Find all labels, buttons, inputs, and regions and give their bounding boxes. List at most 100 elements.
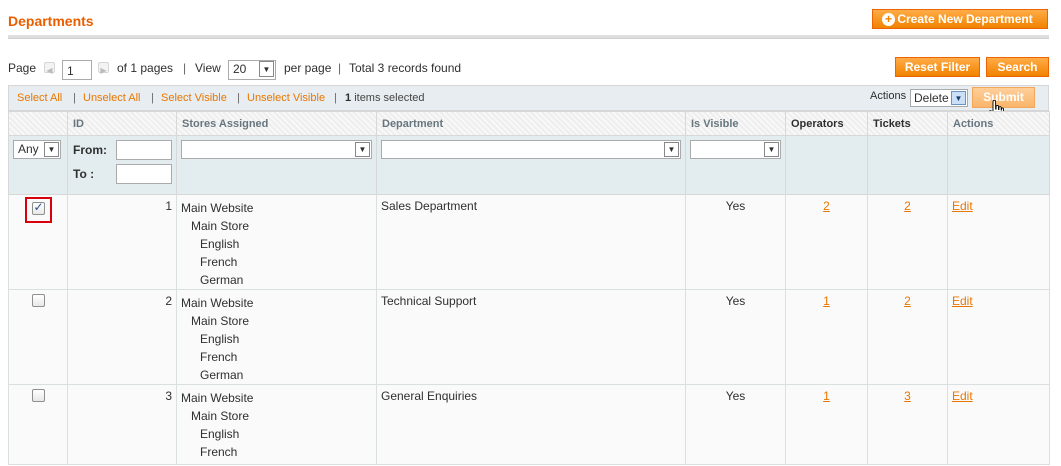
per-page-value: 20 [233, 62, 247, 76]
table-row: 3 Main Website Main Store English French… [8, 384, 1050, 465]
store-view: French [200, 255, 238, 269]
store-website: Main Website [181, 296, 254, 310]
cell-visible: Yes [685, 194, 786, 290]
separator: | [183, 61, 187, 75]
cell-visible: Yes [685, 289, 786, 385]
massaction-filter-value: Any [18, 142, 39, 156]
page-title: Departments [8, 13, 94, 29]
massaction-bar: Select All | Unselect All | Select Visib… [8, 85, 1049, 111]
column-header-id[interactable]: ID [67, 111, 177, 136]
tickets-link[interactable]: 2 [904, 294, 911, 308]
edit-link[interactable]: Edit [952, 199, 973, 213]
departments-table: ID Stores Assigned Department Is Visible… [8, 111, 1050, 465]
per-page-label: per page [284, 61, 332, 75]
store-website: Main Website [181, 391, 254, 405]
select-all-link[interactable]: Select All [17, 92, 62, 104]
store-group: Main Store [191, 409, 250, 423]
edit-link[interactable]: Edit [952, 389, 973, 403]
tickets-link[interactable]: 2 [904, 199, 911, 213]
store-view: English [200, 332, 240, 346]
per-page-select[interactable]: 20 ▼ [228, 60, 276, 80]
to-label: To : [73, 167, 95, 181]
operators-link[interactable]: 1 [823, 294, 830, 308]
reset-filter-button[interactable]: Reset Filter [895, 57, 980, 77]
row-checkbox[interactable] [31, 200, 45, 215]
column-header-is-visible[interactable]: Is Visible [685, 111, 786, 136]
store-group: Main Store [191, 219, 250, 233]
operators-link[interactable]: 1 [823, 389, 830, 403]
cell-stores: Main Website Main Store English French [176, 384, 377, 465]
unselect-all-link[interactable]: Unselect All [83, 92, 140, 104]
column-header-actions: Actions [947, 111, 1050, 136]
selected-count: 1 [345, 92, 352, 104]
view-label: View [195, 61, 221, 75]
table-row: 2 Main Website Main Store English French… [8, 289, 1050, 385]
store-view: French [200, 350, 238, 364]
plus-icon: + [882, 13, 895, 26]
total-records: Total 3 records found [349, 61, 462, 75]
next-page-icon[interactable]: ▶ [98, 62, 109, 75]
row-checkbox[interactable] [31, 389, 45, 402]
prev-page-icon[interactable]: ◀ [44, 62, 55, 75]
store-website: Main Website [181, 201, 254, 215]
store-group: Main Store [191, 314, 250, 328]
page-input[interactable]: 1 [62, 60, 92, 80]
store-view: German [200, 368, 244, 382]
title-divider [8, 35, 1049, 39]
table-row: 1 Main Website Main Store English French… [8, 194, 1050, 290]
cell-stores: Main Website Main Store English French G… [176, 194, 377, 290]
id-range-filter: From: To : [72, 140, 172, 190]
chevron-down-icon: ▼ [355, 142, 370, 157]
column-header-select [8, 111, 68, 136]
separator: | [334, 92, 337, 104]
items-selected-count: 1 items selected [345, 92, 425, 104]
department-filter-select[interactable]: ▼ [381, 140, 681, 159]
operators-link[interactable]: 2 [823, 199, 830, 213]
unselect-visible-link[interactable]: Unselect Visible [247, 92, 325, 104]
column-header-department[interactable]: Department [376, 111, 686, 136]
cell-id: 1 [67, 194, 177, 290]
store-view: German [200, 273, 244, 287]
column-header-tickets: Tickets [867, 111, 948, 136]
massaction-filter-select[interactable]: Any ▼ [13, 140, 61, 159]
chevron-down-icon: ▼ [764, 142, 779, 157]
tickets-link[interactable]: 3 [904, 389, 911, 403]
actions-select-value: Delete [914, 91, 949, 105]
cell-department: General Enquiries [376, 384, 686, 465]
separator: | [151, 92, 154, 104]
cell-stores: Main Website Main Store English French G… [176, 289, 377, 385]
column-header-stores[interactable]: Stores Assigned [176, 111, 377, 136]
id-to-input[interactable] [116, 164, 172, 184]
cell-id: 3 [67, 384, 177, 465]
chevron-down-icon: ▼ [259, 61, 274, 77]
store-view: French [200, 445, 238, 459]
row-checkbox[interactable] [31, 294, 45, 307]
create-department-label: Create New Department [897, 12, 1033, 26]
cell-visible: Yes [685, 384, 786, 465]
from-label: From: [73, 143, 107, 157]
selected-label: items selected [354, 92, 425, 104]
create-department-button[interactable]: + Create New Department [872, 9, 1048, 29]
cell-id: 2 [67, 289, 177, 385]
stores-filter-select[interactable]: ▼ [181, 140, 372, 159]
chevron-down-icon: ▼ [951, 91, 966, 105]
chevron-down-icon: ▼ [44, 142, 59, 157]
page-label: Page [8, 61, 37, 75]
actions-label: Actions [870, 90, 907, 102]
edit-link[interactable]: Edit [952, 294, 973, 308]
separator: | [338, 61, 342, 75]
separator: | [237, 92, 240, 104]
separator: | [73, 92, 76, 104]
column-header-operators: Operators [785, 111, 868, 136]
cell-department: Sales Department [376, 194, 686, 290]
search-button[interactable]: Search [986, 57, 1049, 77]
id-from-input[interactable] [116, 140, 172, 160]
cell-department: Technical Support [376, 289, 686, 385]
select-visible-link[interactable]: Select Visible [161, 92, 227, 104]
highlight-box [24, 197, 52, 223]
store-view: English [200, 427, 240, 441]
chevron-down-icon: ▼ [664, 142, 679, 157]
page-count: of 1 pages [117, 61, 174, 75]
actions-select[interactable]: Delete ▼ [910, 89, 968, 107]
visible-filter-select[interactable]: ▼ [690, 140, 781, 159]
